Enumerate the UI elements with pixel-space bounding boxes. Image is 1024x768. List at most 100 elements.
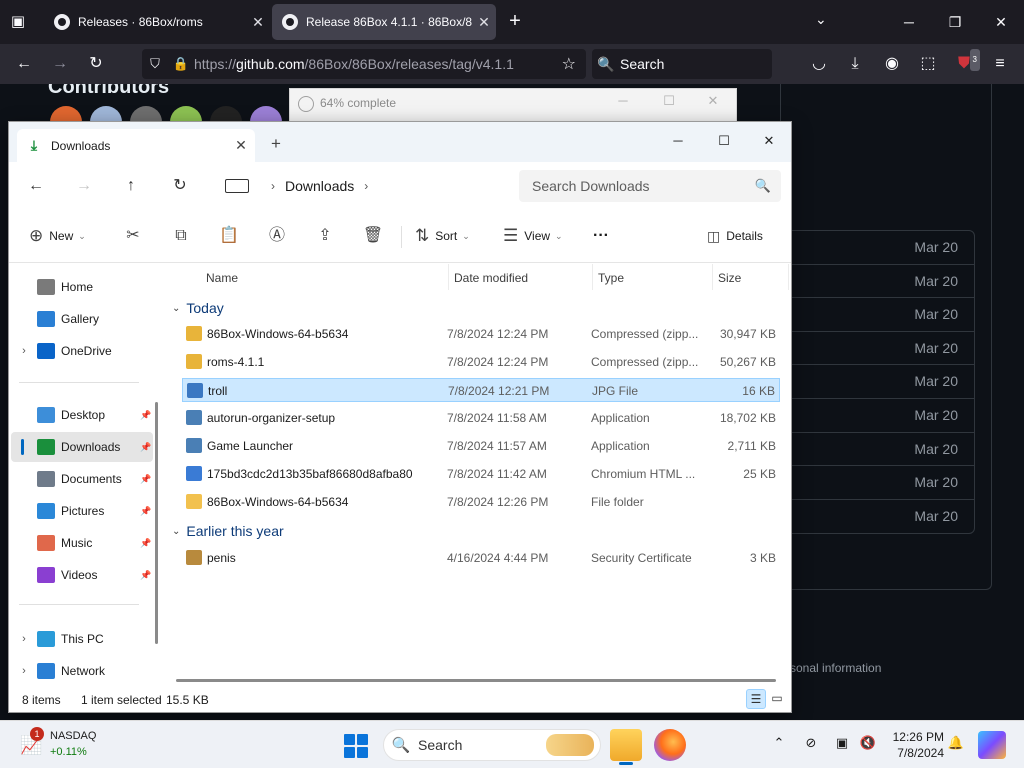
footer-text[interactable]: sonal information (790, 661, 881, 675)
rename-icon[interactable]: Ⓐ (265, 224, 289, 248)
maximize-button[interactable]: ☐ (654, 93, 684, 109)
file-row[interactable]: autorun-organizer-setup 7/8/2024 11:58 AM… (182, 406, 780, 430)
sort-button[interactable]: ⇅ Sort ⌄ (415, 224, 470, 248)
file-row[interactable]: troll 7/8/2024 12:21 PM JPG File 16 KB (182, 378, 780, 402)
system-clock[interactable]: 12:26 PM 7/8/2024 (886, 729, 944, 761)
column-divider[interactable] (788, 264, 789, 290)
paste-icon[interactable]: 📋 (217, 224, 241, 248)
back-icon[interactable]: ← (12, 53, 36, 75)
tiles-view-icon[interactable]: ▭ (767, 689, 787, 709)
minimize-button[interactable]: ─ (608, 93, 638, 108)
lock-icon[interactable]: 🔒 (168, 56, 194, 72)
details-view-icon[interactable]: ☰ (746, 689, 766, 709)
nav-item-home[interactable]: Home (11, 272, 153, 302)
up-icon[interactable]: ↑ (120, 175, 142, 197)
menu-icon[interactable]: ≡ (988, 53, 1012, 75)
file-row[interactable]: penis 4/16/2024 4:44 PM Security Certifica… (182, 546, 780, 570)
explorer-tab-downloads[interactable]: ⤓ Downloads ✕ (17, 129, 255, 162)
file-row[interactable]: roms-4.1.1 7/8/2024 12:24 PM Compressed (z… (182, 350, 780, 374)
release-asset-row[interactable]: Mar 20 (781, 365, 974, 399)
breadcrumb-downloads[interactable]: Downloads (285, 178, 354, 194)
monitor-icon[interactable] (225, 179, 249, 193)
new-tab-button[interactable]: + (504, 10, 526, 32)
url-bar[interactable]: ⛉ 🔒 https://github.com/86Box/86Box/relea… (142, 49, 586, 79)
delete-icon[interactable]: 🗑 (361, 224, 385, 248)
nav-item-this-pc[interactable]: › This PC (11, 624, 153, 654)
chevron-up-icon[interactable]: ⌃ (769, 735, 789, 751)
list-all-tabs-icon[interactable]: ▣ (8, 12, 28, 32)
copilot-icon[interactable] (978, 731, 1006, 759)
browser-tab-releases[interactable]: Releases · 86Box/roms ✕ (44, 4, 270, 40)
nav-item-gallery[interactable]: Gallery (11, 304, 153, 334)
shield-icon[interactable]: ⛉ (142, 56, 168, 72)
release-asset-row[interactable]: Mar 20 (781, 500, 974, 534)
stock-widget[interactable]: 📈 1 NASDAQ +0.11% (18, 727, 128, 763)
maximize-button[interactable]: ☐ (707, 128, 741, 154)
minimize-button[interactable]: ─ (661, 128, 695, 154)
chevron-down-icon[interactable]: ⌄ (815, 11, 827, 28)
nav-item-music[interactable]: Music 📌 (11, 528, 153, 558)
back-icon[interactable]: ← (25, 175, 47, 197)
chevron-right-icon[interactable]: › (11, 633, 37, 645)
browser-search-field[interactable]: 🔍 Search (592, 49, 772, 79)
nav-item-desktop[interactable]: Desktop 📌 (11, 400, 153, 430)
breadcrumb[interactable]: › Downloads › (221, 170, 513, 202)
minimize-button[interactable]: ─ (894, 8, 924, 36)
close-button[interactable]: ✕ (698, 93, 728, 109)
search-input[interactable]: Search Downloads 🔍 (519, 170, 781, 202)
file-row[interactable]: 86Box-Windows-64-b5634 7/8/2024 12:24 PM C… (182, 322, 780, 346)
browser-tab-release-4-1-1[interactable]: Release 86Box 4.1.1 · 86Box/86B ✕ (272, 4, 496, 40)
chevron-right-icon[interactable]: › (271, 179, 275, 193)
display-icon[interactable]: ▣ (832, 735, 852, 751)
horizontal-scrollbar[interactable] (176, 679, 776, 682)
nav-item-network[interactable]: › Network (11, 656, 153, 686)
column-header-name[interactable]: Name (198, 264, 238, 292)
taskbar-search[interactable]: 🔍 Search (383, 729, 601, 761)
forward-icon[interactable]: → (48, 53, 72, 75)
file-row[interactable]: 175bd3cdc2d13b35baf86680d8afba80 7/8/2024… (182, 462, 780, 486)
nav-item-videos[interactable]: Videos 📌 (11, 560, 153, 590)
release-asset-row[interactable]: Mar 20 (781, 466, 974, 500)
group-header-today[interactable]: ⌄ Today (172, 294, 224, 322)
file-row[interactable]: Game Launcher 7/8/2024 11:57 AM Applicatio… (182, 434, 780, 458)
file-row[interactable]: 86Box-Windows-64-b5634 7/8/2024 12:26 PM F… (182, 490, 780, 514)
close-tab-icon[interactable]: ✕ (227, 137, 255, 154)
nav-item-documents[interactable]: Documents 📌 (11, 464, 153, 494)
column-header-type[interactable]: Type (590, 264, 624, 292)
release-asset-row[interactable]: Mar 20 (781, 332, 974, 366)
close-tab-icon[interactable]: ✕ (246, 14, 270, 31)
release-asset-row[interactable]: Mar 20 (781, 433, 974, 467)
copy-icon[interactable]: ⧉ (169, 224, 193, 248)
close-tab-icon[interactable]: ✕ (472, 14, 496, 31)
restore-button[interactable]: ❐ (940, 8, 970, 36)
details-pane-button[interactable]: ◫ Details (707, 224, 763, 248)
start-button[interactable] (344, 734, 368, 758)
nav-item-downloads[interactable]: Downloads 📌 (11, 432, 153, 462)
navigation-scrollbar[interactable] (155, 402, 158, 644)
cut-icon[interactable]: ✂ (121, 224, 145, 248)
downloads-icon[interactable]: ⤓ (843, 53, 867, 75)
share-icon[interactable]: ⇪ (313, 224, 337, 248)
notification-bell-icon[interactable]: 🔔 (946, 735, 966, 751)
close-window-button[interactable]: ✕ (752, 128, 786, 154)
more-options-button[interactable]: ··· (593, 224, 609, 248)
release-asset-row[interactable]: Mar 20 (781, 265, 974, 299)
new-tab-button[interactable]: + (271, 134, 281, 154)
file-explorer-taskbar-icon[interactable] (610, 729, 642, 765)
close-window-button[interactable]: ✕ (986, 8, 1016, 36)
group-header-earlier[interactable]: ⌄ Earlier this year (172, 517, 284, 545)
volume-muted-icon[interactable]: 🔇 (858, 735, 878, 751)
ublock-icon[interactable]: ⛊ 3 (952, 49, 980, 75)
network-off-icon[interactable]: ⊘ (801, 735, 821, 751)
new-button[interactable]: ⊕ New ⌄ (29, 224, 86, 248)
extensions-icon[interactable]: ⬚ (916, 53, 940, 75)
url-text[interactable]: https://github.com/86Box/86Box/releases/… (194, 56, 514, 72)
column-header-size[interactable]: Size (710, 264, 741, 292)
chevron-right-icon[interactable]: › (364, 179, 368, 193)
refresh-icon[interactable]: ↻ (169, 175, 191, 197)
bookmark-star-icon[interactable]: ☆ (562, 54, 576, 74)
nav-item-pictures[interactable]: Pictures 📌 (11, 496, 153, 526)
forward-icon[interactable]: → (73, 175, 95, 197)
release-asset-row[interactable]: Mar 20 (781, 231, 974, 265)
nav-item-onedrive[interactable]: › OneDrive (11, 336, 153, 366)
